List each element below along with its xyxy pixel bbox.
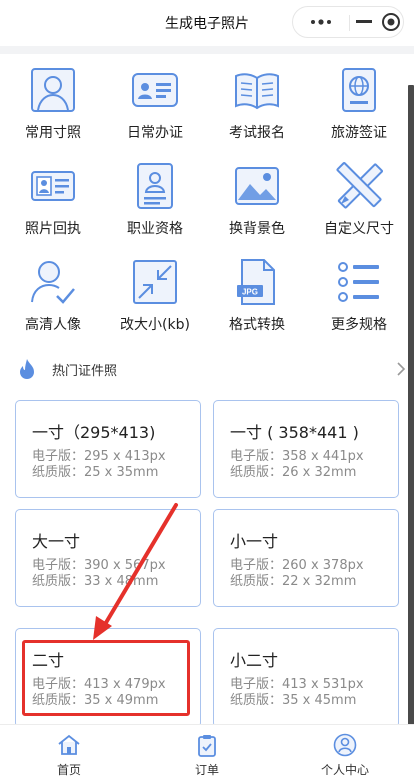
tile-label: 职业资格 <box>127 221 183 237</box>
size-card[interactable]: 小一寸 电子版：260 x 378px 纸质版：22 x 32mm <box>213 509 399 607</box>
tab-orders[interactable]: 订单 <box>138 725 276 780</box>
user-icon <box>333 733 357 757</box>
annotation-highlight-box <box>22 640 190 716</box>
tab-profile[interactable]: 个人中心 <box>276 725 414 780</box>
size-card-digital: 电子版：413 x 531px <box>230 677 364 692</box>
tile-resize-kb[interactable]: 改大小(kb) <box>104 254 206 346</box>
size-card[interactable]: 一寸（295*413) 电子版：295 x 413px 纸质版：25 x 35m… <box>15 400 201 498</box>
target-close-icon <box>381 13 400 31</box>
tile-receipt[interactable]: 照片回执 <box>2 158 104 250</box>
size-card-digital: 电子版：358 x 441px <box>230 449 364 464</box>
home-icon <box>58 734 80 755</box>
tab-label: 订单 <box>194 763 219 777</box>
tile-label: 更多规格 <box>331 317 387 333</box>
tile-exam[interactable]: 考试报名 <box>206 62 308 154</box>
tile-daily-id[interactable]: 日常办证 <box>104 62 206 154</box>
tab-home[interactable]: 首页 <box>0 725 138 780</box>
tab-label: 首页 <box>56 763 81 777</box>
tile-label: 自定义尺寸 <box>324 221 394 237</box>
size-card-print: 纸质版：26 x 32mm <box>230 465 357 480</box>
tile-label: 常用寸照 <box>25 125 81 141</box>
tile-more-specs[interactable]: 更多规格 <box>308 254 410 346</box>
tile-profession[interactable]: 职业资格 <box>104 158 206 250</box>
tile-custom-size[interactable]: 自定义尺寸 <box>308 158 410 250</box>
tile-label: 改大小(kb) <box>120 317 190 333</box>
size-card-title: 大一寸 <box>32 532 81 551</box>
size-card[interactable]: 一寸 ( 358*441 ) 电子版：358 x 441px 纸质版：26 x … <box>213 400 399 498</box>
tile-label: 高清人像 <box>25 317 81 333</box>
size-card[interactable]: 小二寸 电子版：413 x 531px 纸质版：35 x 45mm <box>213 628 399 728</box>
receipt-card-icon <box>31 171 75 201</box>
user-check-icon <box>31 261 75 304</box>
tile-label: 日常办证 <box>127 125 183 141</box>
minimize-button[interactable] <box>350 7 377 37</box>
size-card-title: 一寸（295*413) <box>32 423 156 442</box>
chevron-right-icon <box>397 362 406 376</box>
portrait-photo-icon <box>31 68 75 112</box>
tile-label: 考试报名 <box>229 125 285 141</box>
size-card-print: 纸质版：35 x 45mm <box>230 693 357 708</box>
size-card-digital: 电子版：295 x 413px <box>32 449 166 464</box>
tile-label: 照片回执 <box>25 221 81 237</box>
fire-icon <box>20 359 34 379</box>
close-program-button[interactable] <box>377 7 404 37</box>
certificate-icon <box>137 163 173 209</box>
size-card[interactable]: 大一寸 电子版：390 x 567px 纸质版：33 x 48mm <box>15 509 201 607</box>
svg-text:JPG: JPG <box>242 288 258 297</box>
clipboard-check-icon <box>198 735 216 757</box>
size-card-print: 纸质版：33 x 48mm <box>32 574 159 589</box>
minus-icon <box>355 20 372 23</box>
passport-icon <box>342 68 376 112</box>
resize-arrows-icon <box>133 260 177 304</box>
size-card-digital: 电子版：390 x 567px <box>32 558 166 573</box>
tile-format-convert[interactable]: JPG 格式转换 <box>206 254 308 346</box>
tile-visa[interactable]: 旅游签证 <box>308 62 410 154</box>
tile-label: 换背景色 <box>229 221 285 237</box>
landscape-image-icon <box>235 167 279 205</box>
list-icon <box>338 262 379 302</box>
open-book-icon <box>235 73 279 110</box>
size-card-print: 纸质版：22 x 32mm <box>230 574 357 589</box>
more-dots-icon <box>311 19 331 25</box>
tile-label: 旅游签证 <box>331 125 387 141</box>
tile-label: 格式转换 <box>229 317 285 333</box>
tab-label: 个人中心 <box>320 763 369 777</box>
size-card-print: 纸质版：25 x 35mm <box>32 465 159 480</box>
jpg-file-icon: JPG <box>237 259 275 305</box>
pencil-ruler-icon <box>336 162 383 209</box>
mini-program-capsule <box>292 6 404 38</box>
more-options-button[interactable] <box>293 7 349 37</box>
hot-section-title: 热门证件照 <box>52 364 118 379</box>
header: 生成电子照片 <box>0 0 414 46</box>
tile-hd-portrait[interactable]: 高清人像 <box>2 254 104 346</box>
bottom-tab-bar: 首页 订单 个人中心 <box>0 724 414 780</box>
id-card-icon <box>132 73 178 107</box>
size-card-title: 小一寸 <box>230 532 279 551</box>
size-card-title: 一寸 ( 358*441 ) <box>230 423 359 442</box>
size-card-title: 小二寸 <box>230 651 279 670</box>
scrollbar[interactable] <box>408 85 414 725</box>
size-card-digital: 电子版：260 x 378px <box>230 558 364 573</box>
hot-section-header[interactable]: 热门证件照 <box>16 356 406 384</box>
tile-background[interactable]: 换背景色 <box>206 158 308 250</box>
tile-common-size[interactable]: 常用寸照 <box>2 62 104 154</box>
